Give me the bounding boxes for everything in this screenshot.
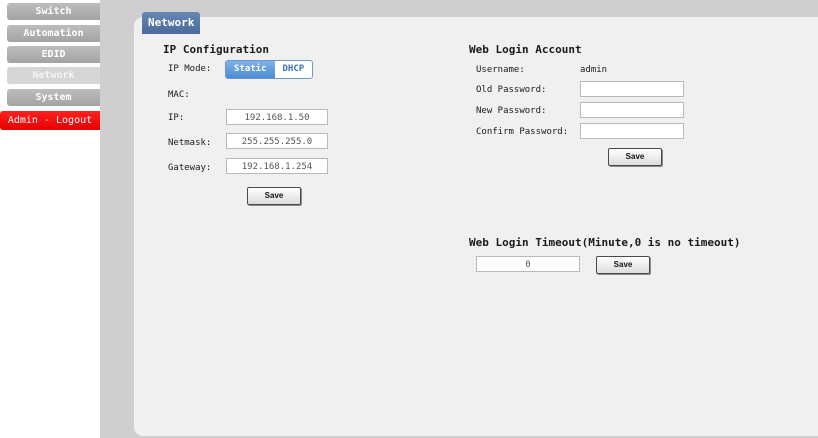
ip-mode-static-option[interactable]: Static [226, 61, 275, 78]
new-password-input[interactable] [580, 102, 684, 118]
panel-title: Network [142, 12, 201, 34]
username-label: Username: [476, 65, 525, 75]
ip-input[interactable]: 192.168.1.50 [226, 109, 328, 125]
nav-item-network[interactable]: Network [7, 67, 100, 84]
ip-config-title: IP Configuration [163, 43, 269, 56]
timeout-title: Web Login Timeout(Minute,0 is no timeout… [469, 236, 741, 249]
new-password-label: New Password: [476, 106, 547, 116]
mac-label: MAC: [168, 90, 190, 100]
gateway-input[interactable]: 192.168.1.254 [226, 158, 328, 174]
nav-item-edid[interactable]: EDID [7, 46, 100, 63]
ip-mode-toggle[interactable]: Static DHCP [225, 60, 314, 79]
network-panel: Network IP Configuration IP Mode: Static… [134, 12, 818, 436]
username-value: admin [580, 65, 608, 75]
nav-item-automation[interactable]: Automation [7, 25, 100, 42]
ip-save-button[interactable]: Save [247, 187, 301, 205]
netmask-input[interactable]: 255.255.255.0 [226, 133, 328, 149]
gateway-label: Gateway: [168, 163, 212, 173]
netmask-label: Netmask: [168, 138, 212, 148]
nav-item-system[interactable]: System [7, 89, 100, 106]
ip-mode-dhcp-option[interactable]: DHCP [275, 61, 313, 78]
confirm-password-label: Confirm Password: [476, 127, 569, 137]
web-login-title: Web Login Account [469, 43, 582, 56]
old-password-label: Old Password: [476, 85, 547, 95]
old-password-input[interactable] [580, 81, 684, 97]
logout-button[interactable]: Admin - Logout [0, 111, 100, 130]
timeout-input[interactable]: 0 [476, 256, 580, 272]
ip-label: IP: [168, 113, 185, 123]
web-login-save-button[interactable]: Save [608, 148, 662, 166]
ip-mode-label: IP Mode: [168, 64, 212, 74]
main-area: Network IP Configuration IP Mode: Static… [100, 0, 818, 438]
sidebar: Switch Automation EDID Network System Ad… [0, 0, 100, 438]
timeout-save-button[interactable]: Save [596, 256, 650, 274]
nav-item-switch[interactable]: Switch [7, 3, 100, 20]
confirm-password-input[interactable] [580, 123, 684, 139]
